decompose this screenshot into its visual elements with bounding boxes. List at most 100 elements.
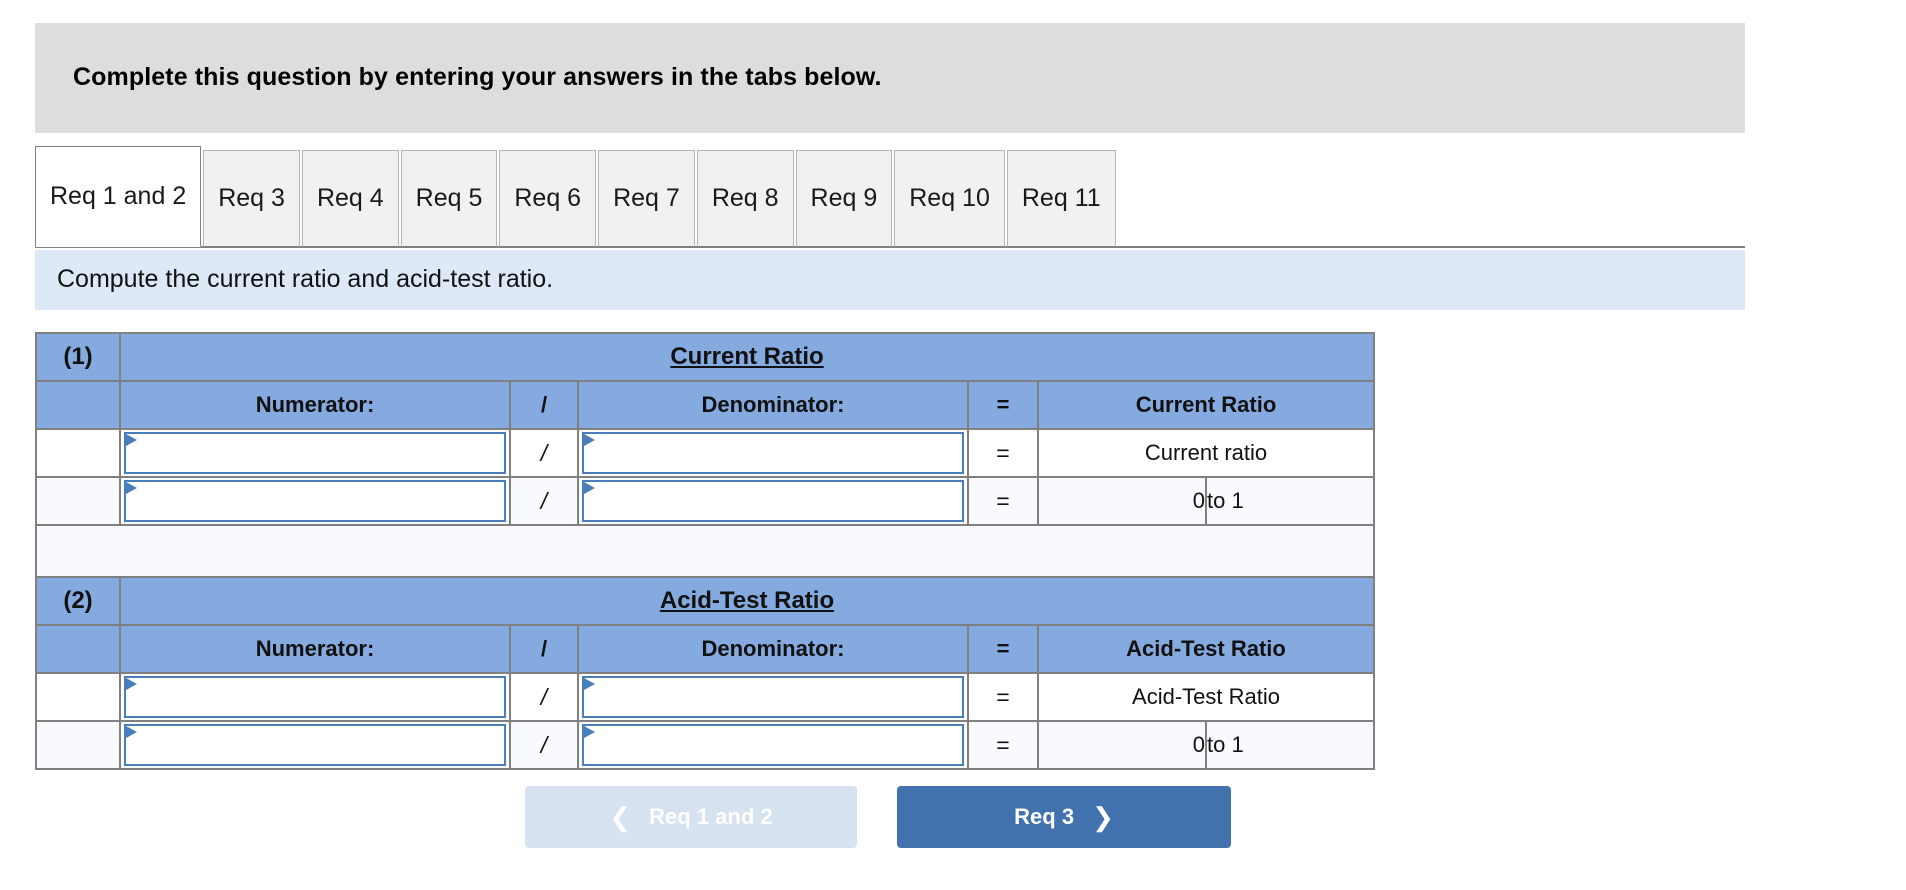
row-slash-label: / — [540, 731, 548, 758]
denominator-input[interactable] — [582, 724, 964, 766]
row-index-cell — [35, 428, 121, 478]
row-result-label: Acid-Test Ratio — [1132, 684, 1280, 709]
header-slash-cell: / — [509, 624, 579, 674]
header-numerator-label: Numerator: — [255, 636, 375, 661]
row-result-suffix: to 1 — [1207, 732, 1244, 757]
row-slash-label: / — [540, 439, 548, 466]
header-result-label: Acid-Test Ratio — [1126, 636, 1286, 661]
numerator-input[interactable] — [124, 432, 506, 474]
header-slash-cell: / — [509, 380, 579, 430]
block-title-cell: Current Ratio — [119, 332, 1375, 382]
header-numerator-cell: Numerator: — [119, 380, 511, 430]
tab-label: Req 5 — [415, 184, 483, 212]
block-title-row: (2) Acid-Test Ratio — [35, 576, 1375, 626]
row-slash-cell: / — [509, 428, 579, 478]
worksheet-row: / = 0 to 1 — [35, 720, 1375, 770]
numerator-input[interactable] — [124, 676, 506, 718]
row-slash-label: / — [540, 683, 548, 710]
tab-label: Req 1 and 2 — [50, 182, 187, 210]
tab-req-9[interactable]: Req 9 — [795, 150, 893, 247]
block-index-label: (2) — [35, 576, 121, 626]
row-index-cell — [35, 672, 121, 722]
numerator-input-cell — [119, 428, 511, 478]
denominator-input[interactable] — [582, 432, 964, 474]
block-index-text: (2) — [63, 587, 93, 614]
tab-req-3[interactable]: Req 3 — [203, 150, 300, 247]
block-title-text: Acid-Test Ratio — [659, 587, 835, 614]
header-equals-cell: = — [967, 624, 1039, 674]
worksheet-row: / = Current ratio — [35, 428, 1375, 478]
row-equals-label: = — [996, 439, 1010, 466]
header-equals-cell: = — [967, 380, 1039, 430]
requirement-text: Compute the current ratio and acid-test … — [57, 265, 554, 293]
header-slash-label: / — [540, 392, 548, 417]
tab-req-1-and-2[interactable]: Req 1 and 2 — [35, 146, 202, 247]
denominator-input-cell — [577, 428, 969, 478]
prev-requirement-button[interactable]: ❮ Req 1 and 2 — [525, 786, 857, 848]
denominator-input-cell — [577, 672, 969, 722]
row-equals-cell: = — [967, 476, 1039, 526]
row-equals-cell: = — [967, 428, 1039, 478]
tab-req-6[interactable]: Req 6 — [499, 150, 597, 247]
row-result-value: 0 — [1192, 732, 1205, 757]
denominator-input[interactable] — [582, 480, 964, 522]
tab-req-11[interactable]: Req 11 — [1006, 150, 1116, 247]
block-header-row: Numerator: / Denominator: = Acid-Test Ratio — [35, 624, 1375, 674]
tab-list: Req 1 and 2 Req 3 Req 4 Req 5 Req 6 Req 7 Req … — [35, 146, 1118, 247]
row-slash-cell: / — [509, 720, 579, 770]
tab-label: Req 9 — [810, 184, 878, 212]
tab-label: Req 3 — [218, 184, 285, 212]
row-index-cell — [35, 476, 121, 526]
next-requirement-label: Req 3 — [1014, 804, 1075, 829]
ratio-worksheet-table: (1) Current Ratio Numerator: / Denominator: =… — [35, 332, 1375, 770]
row-equals-cell: = — [967, 672, 1039, 722]
next-requirement-button[interactable]: Req 3 ❯ — [897, 786, 1231, 848]
header-equals-label: = — [996, 636, 1010, 661]
tab-label: Req 4 — [316, 184, 384, 212]
header-blank-cell — [35, 380, 121, 430]
row-equals-cell: = — [967, 720, 1039, 770]
header-denominator-label: Denominator: — [701, 636, 845, 661]
row-result-suffix-cell: to 1 — [1205, 720, 1375, 770]
row-slash-cell: / — [509, 672, 579, 722]
row-index-cell — [35, 720, 121, 770]
worksheet-row: / = 0 to 1 — [35, 476, 1375, 526]
denominator-input-cell — [577, 476, 969, 526]
row-equals-label: = — [996, 487, 1010, 514]
tab-req-4[interactable]: Req 4 — [301, 150, 399, 247]
tab-label: Req 11 — [1021, 184, 1101, 212]
instruction-banner: Complete this question by entering your … — [35, 23, 1745, 133]
tab-req-8[interactable]: Req 8 — [696, 150, 794, 247]
row-result-value-cell: 0 — [1037, 476, 1207, 526]
header-slash-label: / — [540, 636, 548, 661]
tab-strip: Req 1 and 2 Req 3 Req 4 Req 5 Req 6 Req 7 Req … — [35, 146, 1745, 251]
worksheet-row: / = Acid-Test Ratio — [35, 672, 1375, 722]
tab-label: Req 10 — [909, 184, 990, 212]
numerator-input-cell — [119, 476, 511, 526]
row-result-label-cell: Acid-Test Ratio — [1037, 672, 1375, 722]
tab-req-5[interactable]: Req 5 — [400, 150, 498, 247]
denominator-input-cell — [577, 720, 969, 770]
header-denominator-cell: Denominator: — [577, 624, 969, 674]
prev-requirement-label: Req 1 and 2 — [649, 804, 773, 829]
tab-req-7[interactable]: Req 7 — [598, 150, 695, 247]
numerator-input[interactable] — [124, 480, 506, 522]
row-equals-label: = — [996, 731, 1010, 758]
block-title-row: (1) Current Ratio — [35, 332, 1375, 382]
header-denominator-cell: Denominator: — [577, 380, 969, 430]
tab-label: Req 8 — [711, 184, 779, 212]
header-result-cell: Acid-Test Ratio — [1037, 624, 1375, 674]
header-numerator-label: Numerator: — [255, 392, 375, 417]
tab-req-10[interactable]: Req 10 — [894, 150, 1005, 247]
row-result-suffix: to 1 — [1207, 488, 1244, 513]
row-result-value-cell: 0 — [1037, 720, 1207, 770]
requirement-bar: Compute the current ratio and acid-test … — [35, 250, 1745, 310]
block-title-cell: Acid-Test Ratio — [119, 576, 1375, 626]
denominator-input[interactable] — [582, 676, 964, 718]
tab-label: Req 6 — [514, 184, 582, 212]
block-index-text: (1) — [63, 343, 93, 370]
numerator-input[interactable] — [124, 724, 506, 766]
row-slash-label: / — [540, 487, 548, 514]
header-result-label: Current Ratio — [1135, 392, 1277, 417]
row-equals-label: = — [996, 683, 1010, 710]
